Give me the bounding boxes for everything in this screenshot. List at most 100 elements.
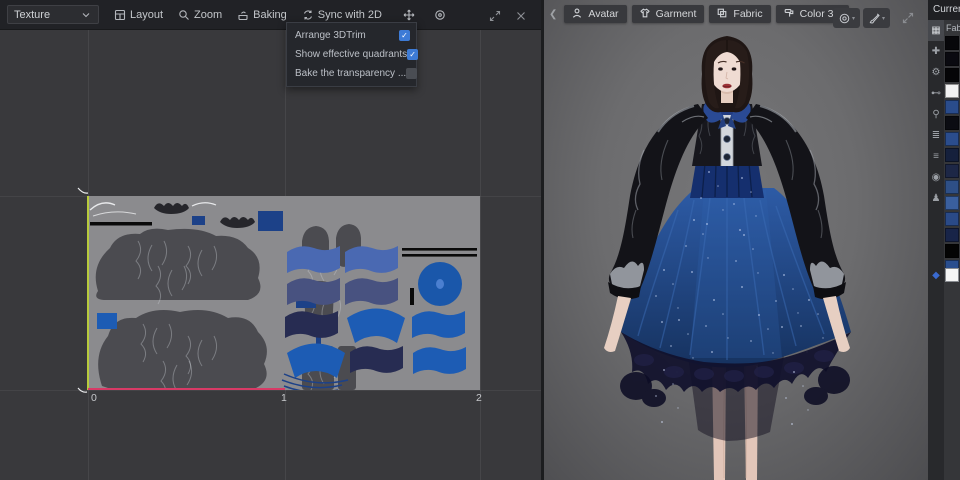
fabric-swatch[interactable] <box>945 116 959 130</box>
trim-band[interactable] <box>90 222 152 226</box>
skirt-panel-piece[interactable] <box>345 278 398 305</box>
menu-item[interactable]: Arrange 3DTrim ✓ <box>287 26 416 45</box>
skirt-panel-piece[interactable] <box>287 246 340 273</box>
sync-label: Sync with 2D <box>318 9 382 21</box>
avatar-3d-render[interactable] <box>544 0 928 480</box>
texture-mode-select[interactable]: Texture <box>7 5 99 24</box>
view-settings-menu: Arrange 3DTrim✓Show effective quadrants✓… <box>286 22 417 87</box>
fabric-swatch[interactable] <box>945 212 959 226</box>
fabric-square[interactable] <box>258 211 283 231</box>
pattern-pieces[interactable] <box>88 196 480 390</box>
layers-icon[interactable]: ≣ <box>928 125 944 146</box>
chevron-down-icon <box>80 9 92 21</box>
render-button[interactable]: ▾ <box>833 8 860 28</box>
menu-item-label: Bake the transparency ... <box>295 68 406 79</box>
lace-collar-piece[interactable] <box>220 217 255 228</box>
uv-texture-canvas[interactable] <box>88 196 480 390</box>
trim-curve[interactable] <box>93 212 136 216</box>
fabric-swatch[interactable] <box>945 36 959 50</box>
x-tick-0: 0 <box>91 392 97 404</box>
zoom-button[interactable]: Zoom <box>178 9 222 21</box>
avatar-icon[interactable]: ♟ <box>928 188 944 209</box>
sidebar-header: Current <box>928 0 960 20</box>
tab-avatar[interactable]: Avatar <box>564 5 626 23</box>
layout-icon <box>114 9 126 21</box>
fabric-swatch[interactable] <box>945 228 959 242</box>
gear-icon[interactable]: ⚙ <box>928 62 944 83</box>
sliders-icon[interactable]: ≡ <box>928 146 944 167</box>
checkbox[interactable] <box>406 68 417 79</box>
skirt-panel-piece[interactable] <box>413 347 466 374</box>
view-settings-button[interactable] <box>434 9 446 21</box>
tab-garment[interactable]: Garment <box>632 5 705 23</box>
chevron-left-icon[interactable]: ❮ <box>547 9 559 20</box>
tab-fabric[interactable]: Fabric <box>709 5 770 23</box>
sleeve-pattern-piece[interactable] <box>98 310 267 388</box>
trim-curve[interactable] <box>192 203 216 206</box>
skirt-panel-piece[interactable] <box>412 311 465 338</box>
fabric-swatch[interactable] <box>945 196 959 210</box>
avatar-head <box>702 36 753 112</box>
fabric-swatch[interactable] <box>945 68 959 82</box>
current-color-swatch[interactable] <box>945 268 959 282</box>
close-panel-icon[interactable] <box>515 9 527 21</box>
fabric-swatch[interactable] <box>945 148 959 162</box>
fabric-swatch[interactable] <box>945 244 959 258</box>
fabric-square[interactable] <box>97 313 117 329</box>
clo3d-texture-editor: 0 1 2 Texture Layout Zoom <box>0 0 960 480</box>
fabric-list-icon[interactable]: ▦ <box>928 20 944 41</box>
tab-avatar-label: Avatar <box>588 8 618 20</box>
uv-y-axis <box>87 196 89 390</box>
chevron-down-icon: ▾ <box>882 15 885 22</box>
baking-label: Baking <box>253 9 287 21</box>
skirt-panel-piece[interactable] <box>345 246 398 273</box>
fabric-swatch[interactable] <box>945 84 959 98</box>
skirt-panel-piece[interactable] <box>347 309 405 344</box>
trim-band[interactable] <box>410 288 414 305</box>
x-tick-1: 1 <box>281 392 287 404</box>
layout-label: Layout <box>130 9 163 21</box>
checkbox[interactable]: ✓ <box>399 30 410 41</box>
baking-icon <box>237 9 249 21</box>
expand-panel-icon[interactable] <box>489 9 501 21</box>
axis-end-marker <box>76 184 90 196</box>
uv-x-axis <box>88 388 285 390</box>
fabric-swatch[interactable] <box>945 132 959 146</box>
skirt-panel-piece[interactable] <box>287 278 340 305</box>
fabric-swatch[interactable] <box>945 52 959 66</box>
sync-with-2d-button[interactable]: Sync with 2D <box>302 9 382 21</box>
fabric-swatch-column: Fab <box>944 20 960 480</box>
add-icon[interactable]: ✚ <box>928 41 944 62</box>
brush-tool-button[interactable]: ▾ <box>863 8 890 28</box>
3d-viewport[interactable]: ❮ Avatar Garment Fabric Color 3D <box>544 0 928 480</box>
trim-band[interactable] <box>402 254 477 257</box>
fabric-swatch[interactable] <box>945 100 959 114</box>
fabric-square[interactable] <box>192 216 205 225</box>
checkbox[interactable]: ✓ <box>407 49 418 60</box>
grid-line <box>480 0 481 480</box>
cube-icon[interactable]: ◆ <box>928 268 944 284</box>
sleeve-pattern-piece[interactable] <box>96 229 261 300</box>
trim-curve[interactable] <box>90 203 115 210</box>
lace-collar-piece[interactable] <box>154 203 189 214</box>
uv-2d-panel[interactable]: 0 1 2 Texture Layout Zoom <box>0 0 541 480</box>
fabric-swatch[interactable] <box>945 164 959 178</box>
trim-band[interactable] <box>402 248 477 251</box>
pin-icon[interactable]: ⚲ <box>928 104 944 125</box>
menu-item[interactable]: Bake the transparency ... <box>287 64 416 83</box>
menu-item-label: Arrange 3DTrim <box>295 30 366 41</box>
sidebar-tool-strip: ▦✚⚙⊷⚲≣≡◉♟ <box>928 20 944 480</box>
menu-item[interactable]: Show effective quadrants✓ <box>287 45 416 64</box>
color-3d-roller-icon <box>784 8 796 20</box>
settings-target-icon <box>434 9 446 21</box>
fabric-swatch[interactable] <box>945 180 959 194</box>
target-icon[interactable]: ◉ <box>928 167 944 188</box>
skirt-panel-piece[interactable] <box>350 346 403 373</box>
expand-viewport-icon[interactable] <box>902 11 914 29</box>
layout-button[interactable]: Layout <box>114 9 163 21</box>
baking-button[interactable]: Baking <box>237 9 287 21</box>
move-tool-button[interactable] <box>403 9 415 21</box>
trim-icon[interactable]: ⊷ <box>928 83 944 104</box>
zoom-icon <box>178 9 190 21</box>
skirt-panel-piece[interactable] <box>285 311 338 338</box>
